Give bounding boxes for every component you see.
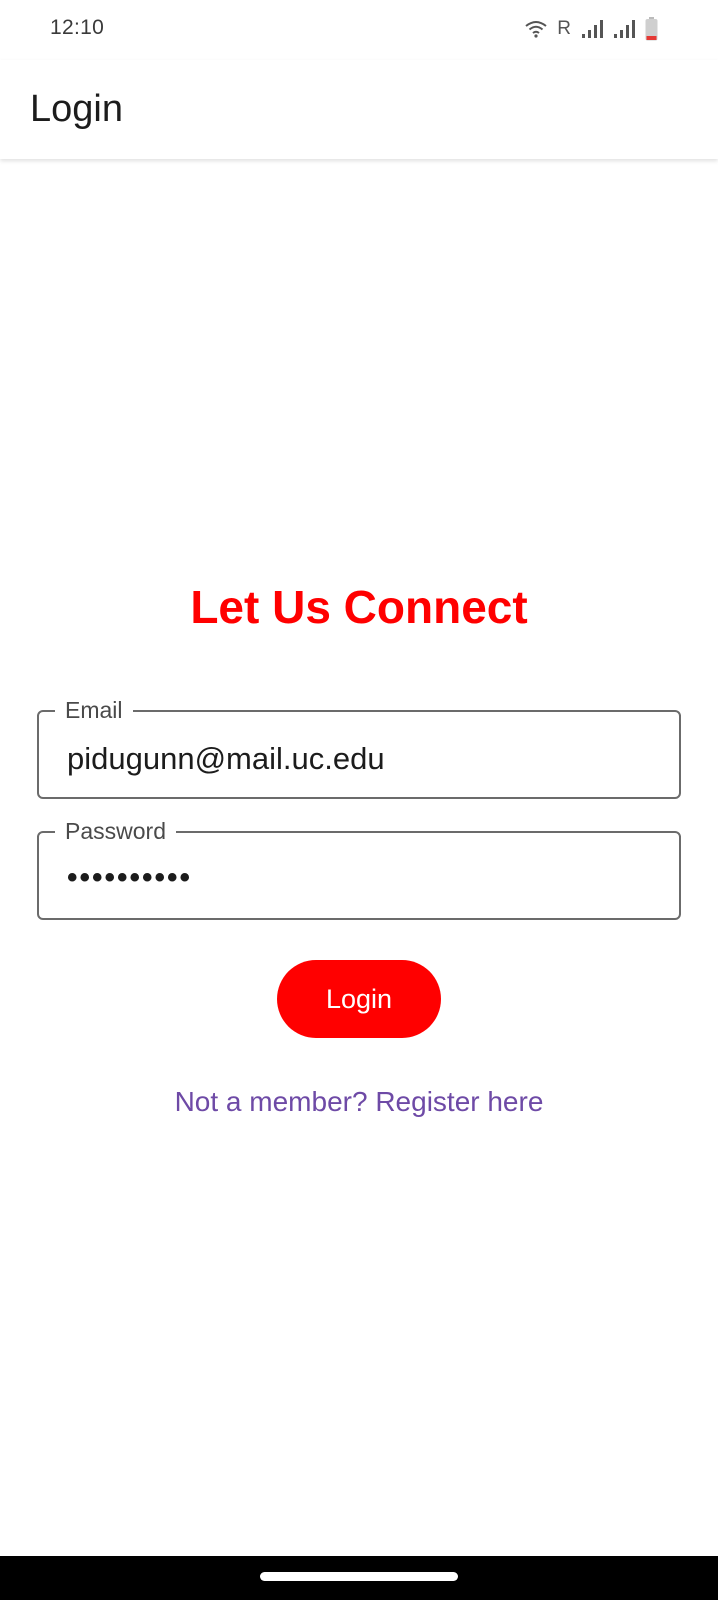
battery-low-icon — [645, 17, 658, 41]
login-button[interactable]: Login — [277, 960, 441, 1038]
home-handle[interactable] — [260, 1572, 458, 1581]
wifi-icon — [525, 20, 547, 38]
email-input[interactable] — [39, 712, 679, 797]
headline: Let Us Connect — [190, 581, 528, 633]
password-label: Password — [55, 817, 176, 845]
password-field[interactable]: Password •••••••••• — [37, 817, 681, 920]
signal-icon — [613, 19, 635, 39]
navigation-bar — [0, 1556, 718, 1600]
app-bar: Login — [0, 60, 718, 159]
email-field[interactable]: Email — [37, 696, 681, 799]
login-screen: 12:10 R Login Let Us Connect Email pidug… — [0, 0, 718, 1600]
register-link[interactable]: Not a member? Register here — [0, 1086, 718, 1118]
page-title: Login — [30, 88, 123, 130]
password-input[interactable]: •••••••••• — [67, 861, 192, 895]
status-time: 12:10 — [50, 16, 105, 39]
status-icons: R — [525, 16, 658, 42]
roaming-indicator: R — [557, 18, 571, 39]
signal-icon — [581, 19, 603, 39]
status-bar: 12:10 R — [0, 0, 718, 60]
